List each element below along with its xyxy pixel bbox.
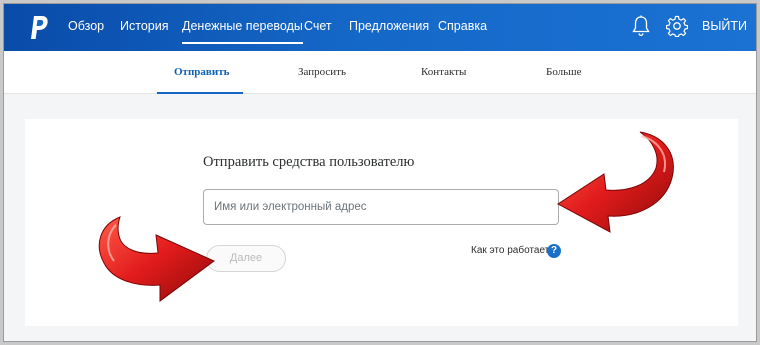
recipient-input[interactable] — [203, 189, 559, 225]
nav-item-history[interactable]: История — [120, 19, 168, 33]
gear-icon[interactable] — [666, 15, 688, 37]
tab-contacts[interactable]: Контакты — [421, 66, 466, 78]
sub-nav: Отправить Запросить Контакты Больше — [4, 51, 756, 94]
red-arrow-icon — [557, 131, 674, 233]
nav-item-help[interactable]: Справка — [438, 19, 487, 33]
tab-send[interactable]: Отправить — [174, 66, 229, 78]
tab-request[interactable]: Запросить — [298, 66, 346, 78]
nav-item-account[interactable]: Счет — [304, 19, 332, 33]
top-nav: Обзор История Денежные переводы Счет Пре… — [4, 4, 756, 51]
how-it-works-link[interactable]: Как это работает — [471, 245, 549, 256]
active-tab-underline — [157, 92, 243, 94]
bell-icon[interactable] — [632, 15, 650, 37]
nav-item-transfers[interactable]: Денежные переводы — [182, 19, 303, 44]
nav-item-overview[interactable]: Обзор — [68, 19, 104, 33]
logout-link[interactable]: ВЫЙТИ — [702, 19, 747, 33]
paypal-logo-icon[interactable] — [29, 15, 49, 41]
nav-item-offers[interactable]: Предложения — [349, 19, 429, 33]
send-heading: Отправить средства пользователю — [203, 154, 415, 170]
paypal-window: Обзор История Денежные переводы Счет Пре… — [3, 3, 757, 342]
question-icon[interactable]: ? — [547, 244, 561, 258]
tab-more[interactable]: Больше — [546, 66, 582, 78]
red-arrow-icon — [98, 216, 215, 302]
